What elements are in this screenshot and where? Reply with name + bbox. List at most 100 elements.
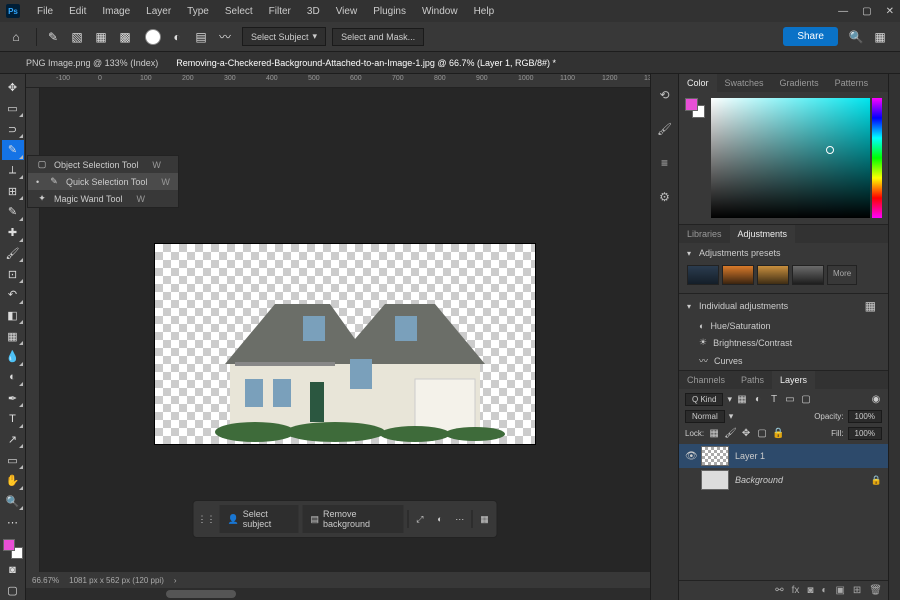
menu-image[interactable]: Image — [95, 3, 137, 20]
layer-thumbnail[interactable] — [701, 446, 729, 466]
brush-tool-icon[interactable]: 🖌 — [2, 244, 24, 264]
marquee-tool-icon[interactable]: ▭ — [2, 99, 24, 119]
dodge-tool-icon[interactable]: ◐ — [2, 368, 24, 388]
ctx-remove-background-button[interactable]: ▤Remove background — [303, 505, 404, 533]
fill-input[interactable]: 100% — [848, 427, 882, 440]
color-swatches[interactable] — [3, 539, 23, 559]
more-presets-button[interactable]: More — [827, 265, 857, 285]
tab-swatches[interactable]: Swatches — [717, 74, 772, 92]
filter-smart-icon[interactable]: ▢ — [800, 394, 812, 405]
tab-gradients[interactable]: Gradients — [772, 74, 827, 92]
new-layer-icon[interactable]: ⊞ — [853, 585, 861, 596]
sample-all-icon[interactable]: ▤ — [191, 27, 211, 47]
layer-row[interactable]: Background 🔒 — [679, 468, 888, 492]
adjustments-presets-header[interactable]: Adjustments presets — [679, 243, 888, 263]
lock-transparency-icon[interactable]: ▦ — [708, 428, 720, 439]
ctx-select-subject-button[interactable]: 👤Select subject — [220, 505, 299, 533]
picker-cursor[interactable] — [826, 146, 834, 154]
preset-thumb[interactable] — [757, 265, 789, 285]
layer-thumbnail[interactable] — [701, 470, 729, 490]
adj-curves[interactable]: 〰Curves — [679, 351, 888, 370]
tab-patterns[interactable]: Patterns — [827, 74, 877, 92]
home-icon[interactable]: ⌂ — [6, 27, 26, 47]
filter-shape-icon[interactable]: ▭ — [784, 394, 796, 405]
color-picker-field[interactable] — [711, 98, 870, 218]
hue-slider[interactable] — [872, 98, 882, 218]
preset-thumb[interactable] — [722, 265, 754, 285]
preset-thumb[interactable] — [687, 265, 719, 285]
hand-tool-icon[interactable]: ✋ — [2, 471, 24, 491]
history-brush-tool-icon[interactable]: ↶ — [2, 285, 24, 305]
ruler-horizontal[interactable]: -100010020030040050060070080090010001100… — [26, 74, 650, 88]
preset-thumb[interactable] — [792, 265, 824, 285]
eraser-tool-icon[interactable]: ◧ — [2, 306, 24, 326]
blur-tool-icon[interactable]: 💧 — [2, 347, 24, 367]
layer-filter-kind[interactable]: Q Kind — [685, 393, 723, 406]
tab-color[interactable]: Color — [679, 74, 717, 92]
tab-channels[interactable]: Channels — [679, 371, 733, 389]
brushes-panel-icon[interactable]: 🖌 — [656, 120, 674, 138]
filter-adjust-icon[interactable]: ◐ — [752, 394, 764, 405]
menu-view[interactable]: View — [329, 3, 365, 20]
edit-toolbar-icon[interactable]: ⋯ — [2, 512, 24, 532]
layer-name[interactable]: Background — [735, 475, 865, 485]
minimize-icon[interactable]: — — [838, 6, 848, 17]
menu-3d[interactable]: 3D — [300, 3, 327, 20]
flyout-quick-selection[interactable]: • ✎ Quick Selection Tool W — [28, 173, 178, 190]
blend-mode-select[interactable]: Normal — [685, 410, 725, 423]
lock-artboard-icon[interactable]: ▢ — [756, 428, 768, 439]
adjustments-panel-icon[interactable]: ⚙ — [656, 188, 674, 206]
adjustment-layer-icon[interactable]: ◐ — [821, 585, 827, 596]
delete-layer-icon[interactable]: 🗑 — [869, 585, 882, 596]
menu-window[interactable]: Window — [415, 3, 465, 20]
lock-position-icon[interactable]: ✥ — [740, 428, 752, 439]
menu-type[interactable]: Type — [180, 3, 216, 20]
chevron-right-icon[interactable]: › — [174, 576, 177, 585]
mode-new-icon[interactable]: ▧ — [67, 27, 87, 47]
opacity-input[interactable]: 100% — [848, 410, 882, 423]
brush-angle-icon[interactable]: ◐ — [167, 27, 187, 47]
adj-hue-saturation[interactable]: ◐Hue/Saturation — [679, 318, 888, 334]
crop-tool-icon[interactable]: ⟂ — [2, 161, 24, 181]
tool-preset-icon[interactable]: ✎ — [43, 27, 63, 47]
healing-tool-icon[interactable]: ✚ — [2, 223, 24, 243]
more-icon[interactable]: ⋯ — [452, 510, 468, 528]
tab-libraries[interactable]: Libraries — [679, 225, 730, 243]
screenmode-icon[interactable]: ▢ — [2, 581, 24, 600]
zoom-level[interactable]: 66.67% — [32, 576, 59, 585]
visibility-toggle-icon[interactable]: 👁 — [685, 451, 695, 462]
adj-brightness-contrast[interactable]: ☀Brightness/Contrast — [679, 334, 888, 351]
menu-help[interactable]: Help — [467, 3, 502, 20]
panel-color-swatch[interactable] — [685, 98, 705, 118]
pen-tool-icon[interactable]: ✒ — [2, 388, 24, 408]
brush-size-preview[interactable] — [145, 29, 161, 45]
drag-handle-icon[interactable]: ⋮⋮ — [198, 510, 216, 528]
gradient-tool-icon[interactable]: ▦ — [2, 326, 24, 346]
share-button[interactable]: Share — [783, 27, 838, 46]
grid-view-icon[interactable]: ▦ — [865, 299, 876, 313]
zoom-tool-icon[interactable]: 🔍 — [2, 492, 24, 512]
mode-add-icon[interactable]: ▦ — [91, 27, 111, 47]
properties-panel-icon[interactable]: ≡ — [656, 154, 674, 172]
layer-row[interactable]: 👁 Layer 1 — [679, 444, 888, 468]
filter-pixel-icon[interactable]: ▦ — [736, 394, 748, 405]
menu-edit[interactable]: Edit — [62, 3, 93, 20]
enhance-edge-icon[interactable]: 〰 — [215, 27, 235, 47]
menu-select[interactable]: Select — [218, 3, 260, 20]
adjust-icon[interactable]: ◐ — [432, 510, 448, 528]
stamp-tool-icon[interactable]: ⊡ — [2, 264, 24, 284]
move-tool-icon[interactable]: ✥ — [2, 78, 24, 98]
doc-tab-1[interactable]: PNG Image.png @ 133% (Index) — [26, 58, 158, 68]
quickmask-icon[interactable]: ◙ — [2, 560, 24, 580]
tab-paths[interactable]: Paths — [733, 371, 772, 389]
menu-filter[interactable]: Filter — [262, 3, 298, 20]
layer-style-icon[interactable]: fx — [792, 585, 800, 596]
properties-icon[interactable]: ▦ — [477, 510, 493, 528]
history-panel-icon[interactable]: ⟲ — [656, 86, 674, 104]
workspace-icon[interactable]: ▦ — [870, 27, 890, 47]
eyedropper-tool-icon[interactable]: ✎ — [2, 202, 24, 222]
transform-icon[interactable]: ⤢ — [412, 510, 428, 528]
path-tool-icon[interactable]: ↗ — [2, 430, 24, 450]
lock-all-icon[interactable]: 🔒 — [772, 428, 784, 439]
foreground-color-swatch[interactable] — [3, 539, 15, 551]
